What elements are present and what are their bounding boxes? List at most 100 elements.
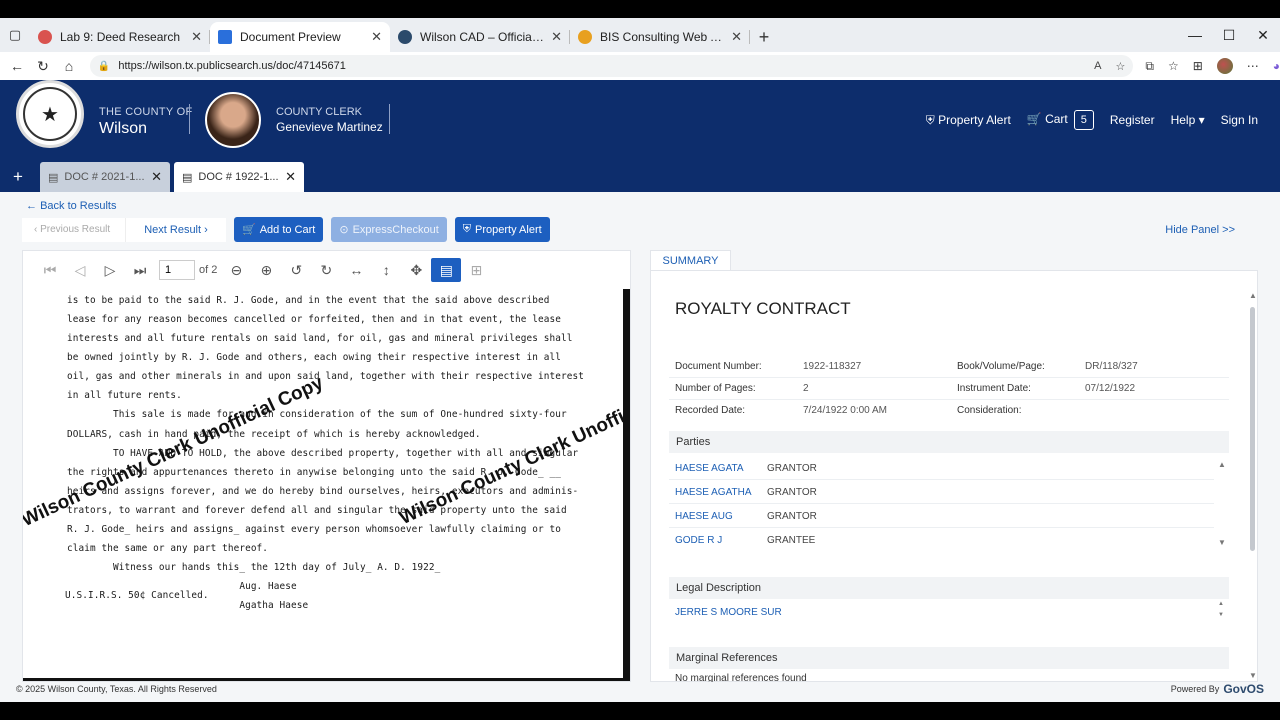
- book-volume-page-value: DR/118/327: [1085, 361, 1138, 372]
- sign-in-link[interactable]: Sign In: [1221, 113, 1258, 127]
- close-doc-tab-icon[interactable]: ✕: [151, 169, 162, 185]
- browser-tab-bis-consulting[interactable]: BIS Consulting Web App ✕: [570, 22, 750, 52]
- extensions-icon[interactable]: ⧉: [1145, 59, 1154, 74]
- browser-tab-lab9[interactable]: Lab 9: Deed Research ✕: [30, 22, 210, 52]
- first-page-icon[interactable]: ⏮: [35, 262, 65, 279]
- number-of-pages-value: 2: [803, 383, 809, 394]
- shield-icon: ⛨: [925, 112, 935, 127]
- thumbnails-icon[interactable]: ⊞: [461, 262, 491, 279]
- document-page-image[interactable]: is to be paid to the said R. J. Gode, an…: [23, 289, 630, 681]
- county-seal-logo[interactable]: ★: [16, 80, 84, 148]
- party-name-link[interactable]: HAESE AUG: [675, 511, 733, 522]
- help-menu[interactable]: Help ▾: [1171, 113, 1205, 127]
- party-role: GRANTOR: [767, 487, 817, 498]
- register-link[interactable]: Register: [1110, 113, 1155, 127]
- party-name-link[interactable]: HAESE AGATA: [675, 463, 744, 474]
- cart-link[interactable]: 🛒 Cart 5: [1027, 110, 1094, 130]
- close-tab-icon[interactable]: ✕: [731, 29, 742, 45]
- more-menu-icon[interactable]: ⋯: [1247, 59, 1259, 73]
- govos-logo[interactable]: GovOS: [1223, 682, 1264, 696]
- copilot-icon[interactable]: ◕: [1273, 59, 1280, 73]
- panel-scroll-up-icon[interactable]: ▲: [1249, 291, 1257, 300]
- scroll-down-icon[interactable]: ▼: [1218, 538, 1226, 547]
- back-icon[interactable]: ←: [4, 58, 30, 74]
- cart-count-badge: 5: [1073, 110, 1094, 130]
- document-viewer: ⏮ ◁ ▷ ⏭ 1 of 2 ⊖ ⊕ ↺ ↻ ↔ ↕ ✥ ▤ ⊞ is to b…: [22, 250, 631, 682]
- close-tab-icon[interactable]: ✕: [191, 29, 202, 45]
- url-field[interactable]: 🔒 https://wilson.tx.publicsearch.us/doc/…: [89, 55, 1134, 77]
- chevron-right-icon: ›: [204, 223, 208, 236]
- rotate-right-icon[interactable]: ↻: [311, 262, 341, 279]
- refresh-icon[interactable]: ↻: [30, 58, 56, 75]
- bis-favicon-icon: [578, 30, 592, 44]
- home-icon[interactable]: ⌂: [56, 58, 82, 74]
- next-result-button[interactable]: Next Result ›: [126, 217, 226, 242]
- close-tab-icon[interactable]: ✕: [371, 29, 382, 45]
- browser-tab-title: Wilson CAD – Official Site: [420, 30, 546, 44]
- zoom-in-icon[interactable]: ⊕: [251, 262, 281, 279]
- previous-page-icon[interactable]: ◁: [65, 262, 95, 279]
- add-to-cart-button[interactable]: 🛒 Add to Cart: [234, 217, 324, 242]
- collections-icon[interactable]: ⊞: [1193, 59, 1203, 73]
- pan-icon[interactable]: ✥: [401, 262, 431, 279]
- property-alert-button[interactable]: ⛨ Property Alert: [454, 217, 550, 242]
- chevron-left-icon: ‹: [34, 224, 38, 235]
- scroll-down-icon[interactable]: ▼: [1218, 612, 1224, 618]
- previous-result-button[interactable]: ‹ Previous Result: [22, 217, 126, 242]
- clerk-name: Genevieve Martinez: [276, 120, 383, 134]
- property-alert-link[interactable]: ⛨ Property Alert: [926, 113, 1011, 128]
- party-name-link[interactable]: HAESE AGATHA: [675, 487, 752, 498]
- doc-tab-2021[interactable]: ▤ DOC # 2021-1... ✕: [40, 162, 170, 192]
- new-tab-icon[interactable]: +: [750, 22, 778, 52]
- express-checkout-button[interactable]: ⊙ ExpressCheckout: [331, 217, 447, 242]
- single-page-icon[interactable]: ▤: [431, 258, 462, 282]
- checkout-icon: ⊙: [339, 224, 349, 236]
- browser-tab-title: Lab 9: Deed Research: [60, 30, 181, 44]
- marginal-references-header: Marginal References: [669, 647, 1229, 669]
- favorite-star-icon[interactable]: ☆: [1115, 60, 1125, 73]
- maximize-icon[interactable]: ☐: [1212, 18, 1246, 52]
- zoom-out-icon[interactable]: ⊖: [221, 262, 251, 279]
- browser-tab-document-preview[interactable]: Document Preview ✕: [210, 22, 390, 52]
- browser-tab-wilson-cad[interactable]: Wilson CAD – Official Site ✕: [390, 22, 570, 52]
- back-to-results-link[interactable]: ← Back to Results: [26, 200, 116, 212]
- minimize-icon[interactable]: —: [1178, 18, 1212, 52]
- tab-actions-icon[interactable]: ▢: [0, 18, 30, 52]
- url-text: https://wilson.tx.publicsearch.us/doc/47…: [118, 60, 346, 72]
- party-name-link[interactable]: GODE R J: [675, 535, 722, 546]
- close-doc-tab-icon[interactable]: ✕: [285, 169, 296, 185]
- county-label: THE COUNTY OF: [99, 106, 193, 118]
- doc-tab-1922[interactable]: ▤ DOC # 1922-1... ✕: [174, 162, 304, 192]
- scroll-up-icon[interactable]: ▲: [1218, 601, 1224, 607]
- powered-by: Powered By GovOS: [1170, 682, 1264, 696]
- profile-avatar[interactable]: [1216, 58, 1233, 74]
- close-tab-icon[interactable]: ✕: [551, 29, 562, 45]
- read-aloud-icon[interactable]: A: [1094, 60, 1101, 72]
- party-role: GRANTEE: [767, 535, 816, 546]
- action-bar: ‹ Previous Result Next Result › 🛒 Add to …: [22, 217, 550, 242]
- rotate-left-icon[interactable]: ↺: [281, 262, 311, 279]
- clerk-photo: [205, 92, 261, 148]
- page-number-input[interactable]: 1: [159, 260, 195, 280]
- close-window-icon[interactable]: ✕: [1246, 18, 1280, 52]
- favorites-icon[interactable]: ☆: [1168, 59, 1179, 73]
- summary-tab[interactable]: SUMMARY: [650, 250, 731, 271]
- panel-scroll-down-icon[interactable]: ▼: [1249, 671, 1257, 680]
- summary-panel: ROYALTY CONTRACT Document Number: 1922-1…: [650, 270, 1258, 684]
- arrow-left-icon: ←: [26, 200, 37, 212]
- legal-description-link[interactable]: JERRE S MOORE SUR: [675, 607, 782, 618]
- scroll-up-icon[interactable]: ▲: [1218, 460, 1226, 469]
- next-page-icon[interactable]: ▷: [95, 262, 125, 279]
- screen: ▢ Lab 9: Deed Research ✕ Document Previe…: [0, 18, 1280, 702]
- fit-width-icon[interactable]: ↔: [341, 262, 371, 278]
- shield-icon: ⛨: [462, 223, 472, 235]
- last-page-icon[interactable]: ⏭: [125, 262, 155, 279]
- hide-panel-link[interactable]: Hide Panel >>: [1165, 224, 1235, 236]
- panel-scrollbar[interactable]: [1250, 307, 1255, 551]
- footer: © 2025 Wilson County, Texas. All Rights …: [0, 682, 1280, 702]
- recorded-date-value: 7/24/1922 0:00 AM: [803, 405, 887, 416]
- document-icon: ▤: [182, 171, 193, 184]
- add-document-tab-icon[interactable]: +: [0, 162, 36, 192]
- fit-height-icon[interactable]: ↕: [371, 262, 401, 278]
- lock-icon: 🔒: [97, 60, 111, 72]
